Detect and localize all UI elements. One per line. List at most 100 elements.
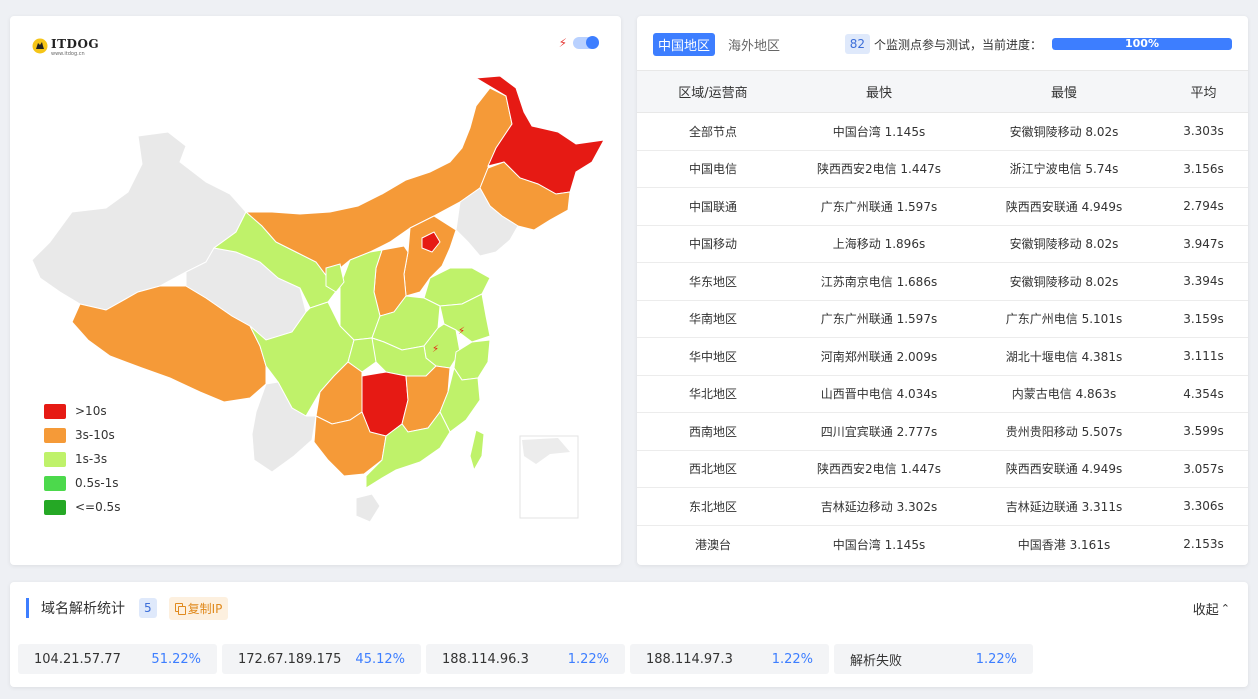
legend-swatch	[44, 499, 66, 515]
dns-list: 104.21.57.77 51.22% 172.67.189.175 45.12…	[18, 644, 1033, 674]
section-accent-bar	[26, 598, 29, 618]
cell-region: 华东地区	[637, 262, 789, 301]
progress-label: 100%	[1125, 38, 1159, 50]
cell-fastest: 广东广州联通 1.597s	[789, 300, 969, 338]
cell-fastest: 广东广州联通 1.597s	[789, 187, 969, 226]
progress-bar: 100%	[1052, 38, 1232, 50]
dns-ip: 172.67.189.175	[238, 651, 342, 667]
dns-stats-card: 域名解析统计 5 复制IP 收起 ⌃ 104.21.57.77 51.22% 1…	[10, 582, 1248, 687]
dns-item[interactable]: 解析失败 1.22%	[834, 644, 1033, 674]
collapse-button[interactable]: 收起 ⌃	[1193, 599, 1230, 618]
legend-swatch	[44, 451, 66, 467]
cell-average: 3.394s	[1159, 262, 1248, 301]
legend-swatch	[44, 475, 66, 491]
results-table: 区域/运营商 最快 最慢 平均 全部节点 中国台湾 1.145s 安徽铜陵移动 8.…	[637, 70, 1248, 563]
cell-average: 3.057s	[1159, 450, 1248, 488]
cell-slowest: 安徽铜陵移动 8.02s	[969, 112, 1159, 151]
dns-count-badge: 5	[139, 598, 157, 618]
table-row: 中国电信 陕西西安2电信 1.447s 浙江宁波电信 5.74s 3.156s	[637, 150, 1248, 188]
table-row: 中国移动 上海移动 1.896s 安徽铜陵移动 8.02s 3.947s	[637, 225, 1248, 263]
legend-label: 0.5s-1s	[75, 476, 119, 490]
cell-slowest: 内蒙古电信 4.863s	[969, 375, 1159, 413]
cell-region: 全部节点	[637, 112, 789, 151]
copy-ip-button[interactable]: 复制IP	[168, 596, 229, 620]
region-hainan[interactable]	[355, 493, 381, 523]
region-taiwan[interactable]	[469, 429, 485, 472]
legend-label: 1s-3s	[75, 452, 108, 466]
bolt-marker: ⚡	[432, 344, 439, 355]
cell-slowest: 吉林延边联通 3.311s	[969, 487, 1159, 526]
cell-slowest: 浙江宁波电信 5.74s	[969, 150, 1159, 188]
table-row: 西北地区 陕西西安2电信 1.447s 陕西西安联通 4.949s 3.057s	[637, 450, 1248, 488]
collapse-label: 收起	[1192, 602, 1219, 618]
cell-region: 中国联通	[637, 187, 789, 226]
legend-item[interactable]: <=0.5s	[44, 495, 120, 519]
table-row: 东北地区 吉林延边移动 3.302s 吉林延边联通 3.311s 3.306s	[637, 487, 1248, 526]
cell-slowest: 广东广州电信 5.101s	[969, 300, 1159, 338]
map-legend: >10s 3s-10s 1s-3s 0.5s-1s <=0.5s	[44, 399, 120, 519]
dns-item[interactable]: 104.21.57.77 51.22%	[18, 644, 217, 674]
dns-percent: 1.22%	[771, 651, 813, 667]
cell-region: 西北地区	[637, 450, 789, 488]
marker-toggle[interactable]	[573, 36, 599, 49]
tab-china[interactable]: 中国地区	[653, 32, 716, 56]
table-row: 华南地区 广东广州联通 1.597s 广东广州电信 5.101s 3.159s	[637, 300, 1248, 338]
dns-percent: 1.22%	[975, 651, 1017, 667]
dns-item[interactable]: 172.67.189.175 45.12%	[222, 644, 421, 674]
legend-swatch	[44, 403, 66, 419]
bolt-icon: ⚡	[558, 36, 567, 50]
cell-average: 2.153s	[1183, 537, 1224, 551]
cell-region: 东北地区	[637, 487, 789, 526]
progress-text: 个监测点参与测试，当前进度：	[873, 37, 1042, 52]
cell-average: 4.354s	[1159, 375, 1248, 413]
chevron-up-icon: ⌃	[1220, 601, 1230, 615]
cell-region: 西南地区	[637, 412, 789, 451]
cell-slowest: 贵州贵阳移动 5.507s	[969, 412, 1159, 451]
copy-ip-label: 复制IP	[187, 601, 223, 616]
dns-percent: 45.12%	[355, 651, 405, 667]
table-row: 华北地区 山西晋中电信 4.034s 内蒙古电信 4.863s 4.354s	[637, 375, 1248, 413]
cell-fastest: 吉林延边移动 3.302s	[789, 487, 969, 526]
map-controls: ⚡	[559, 36, 599, 50]
cell-slowest: 陕西西安联通 4.949s	[969, 187, 1159, 226]
legend-swatch	[44, 427, 66, 443]
cell-average: 3.947s	[1159, 225, 1248, 263]
legend-item[interactable]: 0.5s-1s	[44, 471, 120, 495]
copy-icon	[174, 603, 186, 615]
table-row: 华东地区 江苏南京电信 1.686s 安徽铜陵移动 8.02s 3.394s	[637, 262, 1248, 301]
dns-percent: 1.22%	[567, 651, 609, 667]
map-card: ⚡ ⚡ ITDOG www.itdog.cn ⚡ >10s 3s-10s 1s-…	[10, 16, 621, 565]
results-card: 中国地区 海外地区 82 个监测点参与测试，当前进度： 100% 区域/运营商 …	[637, 16, 1248, 565]
cell-region: 中国电信	[637, 150, 789, 188]
cell-fastest: 陕西西安2电信 1.447s	[789, 150, 969, 188]
legend-item[interactable]: 1s-3s	[44, 447, 120, 471]
dns-item[interactable]: 188.114.97.3 1.22%	[630, 644, 829, 674]
cell-average: 2.794s	[1159, 187, 1248, 226]
table-row: 中国联通 广东广州联通 1.597s 陕西西安联通 4.949s 2.794s	[637, 187, 1248, 226]
dns-ip: 188.114.97.3	[646, 651, 733, 667]
cell-fastest: 山西晋中电信 4.034s	[789, 375, 969, 413]
dog-icon	[32, 38, 48, 54]
bolt-marker: ⚡	[458, 326, 465, 337]
tab-overseas[interactable]: 海外地区	[723, 33, 785, 56]
progress-status: 82 个监测点参与测试，当前进度： 100%	[844, 34, 1232, 54]
legend-item[interactable]: 3s-10s	[44, 423, 120, 447]
table-row: 华中地区 河南郑州联通 2.009s 湖北十堰电信 4.381s 3.111s	[637, 337, 1248, 376]
cell-average: 3.159s	[1159, 300, 1248, 338]
cell-fastest: 江苏南京电信 1.686s	[789, 262, 969, 301]
dns-header: 域名解析统计 5 复制IP 收起 ⌃	[26, 596, 1230, 620]
logo-subtext: www.itdog.cn	[51, 51, 85, 57]
dns-item[interactable]: 188.114.96.3 1.22%	[426, 644, 625, 674]
legend-label: <=0.5s	[75, 500, 121, 514]
column-header: 最慢	[969, 70, 1159, 113]
cell-fastest: 四川宜宾联通 2.777s	[789, 412, 969, 451]
cell-average: 3.303s	[1159, 112, 1248, 151]
dns-ip: 188.114.96.3	[442, 651, 529, 667]
cell-slowest: 安徽铜陵移动 8.02s	[969, 262, 1159, 301]
legend-item[interactable]: >10s	[44, 399, 120, 423]
inset-land	[522, 438, 570, 464]
cell-average: 3.599s	[1159, 412, 1248, 451]
cell-slowest: 湖北十堰电信 4.381s	[969, 337, 1159, 376]
logo-text: ITDOG	[51, 37, 100, 51]
cell-fastest: 中国台湾 1.145s	[832, 537, 926, 552]
